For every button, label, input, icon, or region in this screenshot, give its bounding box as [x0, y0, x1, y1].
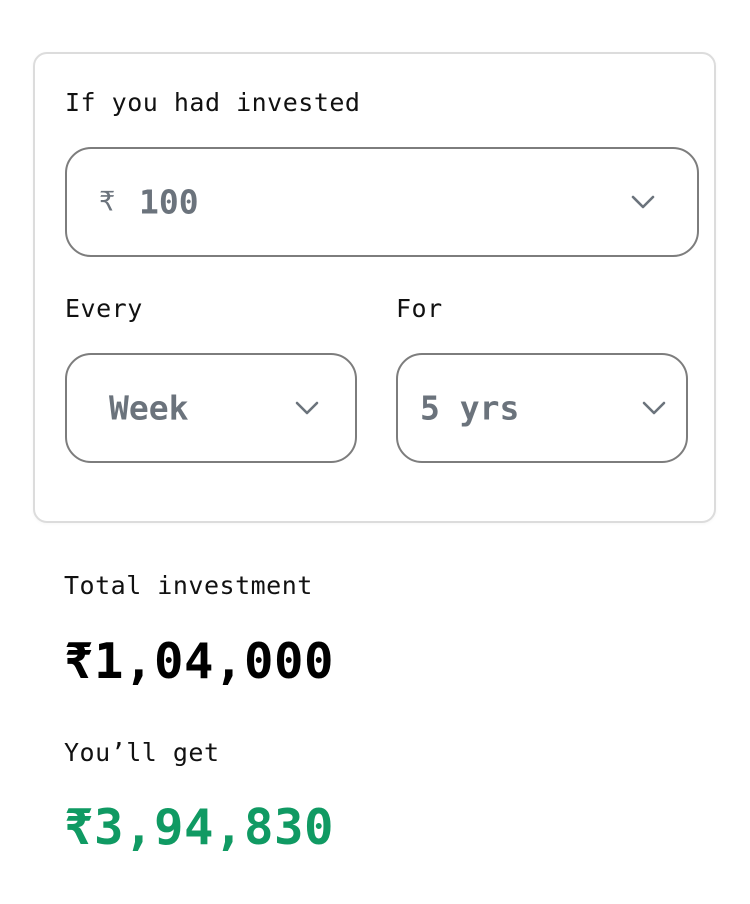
chevron-down-icon [631, 195, 655, 209]
amount-value: 100 [139, 182, 199, 222]
chevron-down-icon [295, 401, 319, 415]
returns-value: ₹3,94,830 [64, 799, 335, 856]
duration-value: 5 yrs [420, 388, 520, 428]
chevron-down-icon [642, 401, 666, 415]
total-investment-label: Total investment [64, 571, 313, 600]
duration-select[interactable]: 5 yrs [396, 353, 688, 463]
total-investment-value: ₹1,04,000 [64, 633, 335, 690]
frequency-label: Every [65, 294, 143, 323]
frequency-select[interactable]: Week [65, 353, 357, 463]
frequency-value: Week [109, 388, 189, 428]
returns-label: You’ll get [64, 738, 220, 767]
investment-calculator-card: If you had invested ₹ 100 Every For Week… [33, 52, 716, 523]
card-heading: If you had invested [65, 88, 361, 117]
duration-label: For [396, 294, 443, 323]
amount-select[interactable]: ₹ 100 [65, 147, 699, 257]
currency-symbol: ₹ [99, 186, 116, 218]
